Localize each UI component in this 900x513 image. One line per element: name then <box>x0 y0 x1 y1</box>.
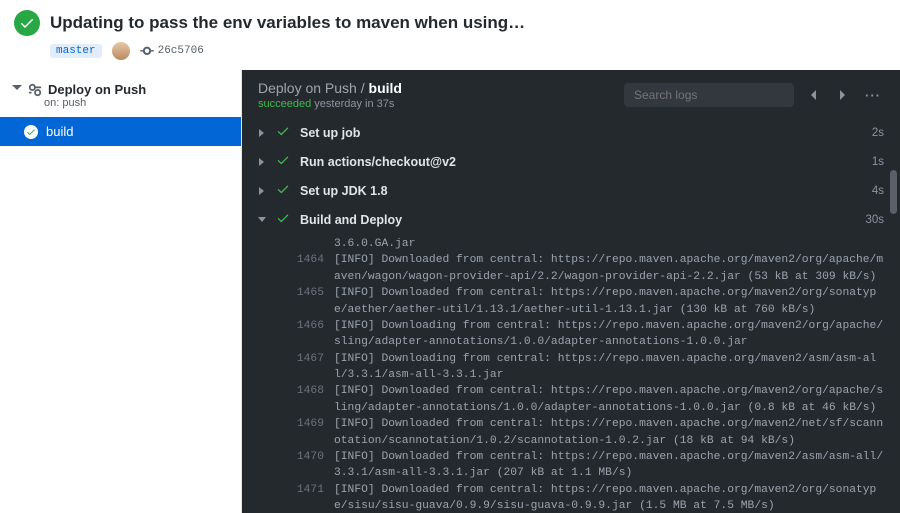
log-panel: Deploy on Push / build succeeded yesterd… <box>242 70 900 513</box>
check-icon <box>276 182 290 199</box>
line-text: [INFO] Downloaded from central: https://… <box>334 383 886 416</box>
prev-button[interactable] <box>802 84 824 106</box>
chevron-down-icon <box>258 216 266 224</box>
check-icon <box>276 211 290 228</box>
line-number: 1466 <box>292 318 334 351</box>
log-output: 3.6.0.GA.jar1464[INFO] Downloaded from c… <box>242 234 900 513</box>
run-status: succeeded yesterday in 37s <box>258 98 402 110</box>
step-row[interactable]: Build and Deploy 30s <box>242 205 900 234</box>
line-number: 1467 <box>292 351 334 384</box>
line-number: 1469 <box>292 416 334 449</box>
chevron-right-icon <box>258 158 266 166</box>
workflow-name: Deploy on Push <box>48 82 146 97</box>
log-line: 1466[INFO] Downloading from central: htt… <box>292 318 886 351</box>
next-button[interactable] <box>832 84 854 106</box>
check-icon <box>276 153 290 170</box>
commit-title: Updating to pass the env variables to ma… <box>50 13 525 33</box>
step-label: Run actions/checkout@v2 <box>300 155 456 169</box>
log-line: 3.6.0.GA.jar <box>292 236 886 252</box>
branch-tag[interactable]: master <box>50 44 102 58</box>
line-text: 3.6.0.GA.jar <box>334 236 886 252</box>
line-number: 1471 <box>292 482 334 513</box>
workflow-row[interactable]: Deploy on Push <box>12 82 229 97</box>
breadcrumb: Deploy on Push / build <box>258 80 402 96</box>
line-text: [INFO] Downloaded from central: https://… <box>334 449 886 482</box>
breadcrumb-sep: / <box>357 80 369 96</box>
log-line: 1464[INFO] Downloaded from central: http… <box>292 252 886 285</box>
step-duration: 30s <box>865 214 884 226</box>
line-number: 1464 <box>292 252 334 285</box>
sidebar: Deploy on Push on: push build <box>0 70 242 513</box>
check-icon <box>276 124 290 141</box>
commit-sha-text: 26c5706 <box>158 45 204 57</box>
step-label: Set up job <box>300 126 360 140</box>
log-line: 1469[INFO] Downloaded from central: http… <box>292 416 886 449</box>
step-row[interactable]: Set up JDK 1.8 4s <box>242 176 900 205</box>
log-line: 1465[INFO] Downloaded from central: http… <box>292 285 886 318</box>
search-input[interactable] <box>624 83 794 107</box>
more-menu-button[interactable]: ··· <box>862 84 884 106</box>
breadcrumb-leaf: build <box>369 80 402 96</box>
line-number: 1470 <box>292 449 334 482</box>
scrollbar-thumb[interactable] <box>890 170 897 214</box>
log-line: 1468[INFO] Downloaded from central: http… <box>292 383 886 416</box>
breadcrumb-root[interactable]: Deploy on Push <box>258 80 357 96</box>
line-number: 1465 <box>292 285 334 318</box>
line-text: [INFO] Downloading from central: https:/… <box>334 318 886 351</box>
workflow-icon <box>28 83 42 97</box>
log-line: 1471[INFO] Downloaded from central: http… <box>292 482 886 513</box>
line-text: [INFO] Downloaded from central: https://… <box>334 285 886 318</box>
chevron-right-icon <box>258 187 266 195</box>
step-label: Build and Deploy <box>300 213 402 227</box>
step-row[interactable]: Set up job 2s <box>242 118 900 147</box>
step-duration: 4s <box>872 185 884 197</box>
author-avatar[interactable] <box>112 42 130 60</box>
log-line: 1467[INFO] Downloading from central: htt… <box>292 351 886 384</box>
line-number: 1468 <box>292 383 334 416</box>
line-number <box>292 236 334 252</box>
step-duration: 1s <box>872 156 884 168</box>
step-label: Set up JDK 1.8 <box>300 184 388 198</box>
job-name: build <box>46 124 73 139</box>
step-duration: 2s <box>872 127 884 139</box>
job-row-build[interactable]: build <box>0 117 241 146</box>
chevron-right-icon <box>258 129 266 137</box>
step-row[interactable]: Run actions/checkout@v2 1s <box>242 147 900 176</box>
line-text: [INFO] Downloaded from central: https://… <box>334 252 886 285</box>
line-text: [INFO] Downloaded from central: https://… <box>334 482 886 513</box>
commit-sha[interactable]: 26c5706 <box>140 44 204 58</box>
log-line: 1470[INFO] Downloaded from central: http… <box>292 449 886 482</box>
status-check-icon <box>14 10 40 36</box>
line-text: [INFO] Downloading from central: https:/… <box>334 351 886 384</box>
line-text: [INFO] Downloaded from central: https://… <box>334 416 886 449</box>
workflow-trigger: on: push <box>12 97 229 109</box>
check-icon <box>24 125 38 139</box>
